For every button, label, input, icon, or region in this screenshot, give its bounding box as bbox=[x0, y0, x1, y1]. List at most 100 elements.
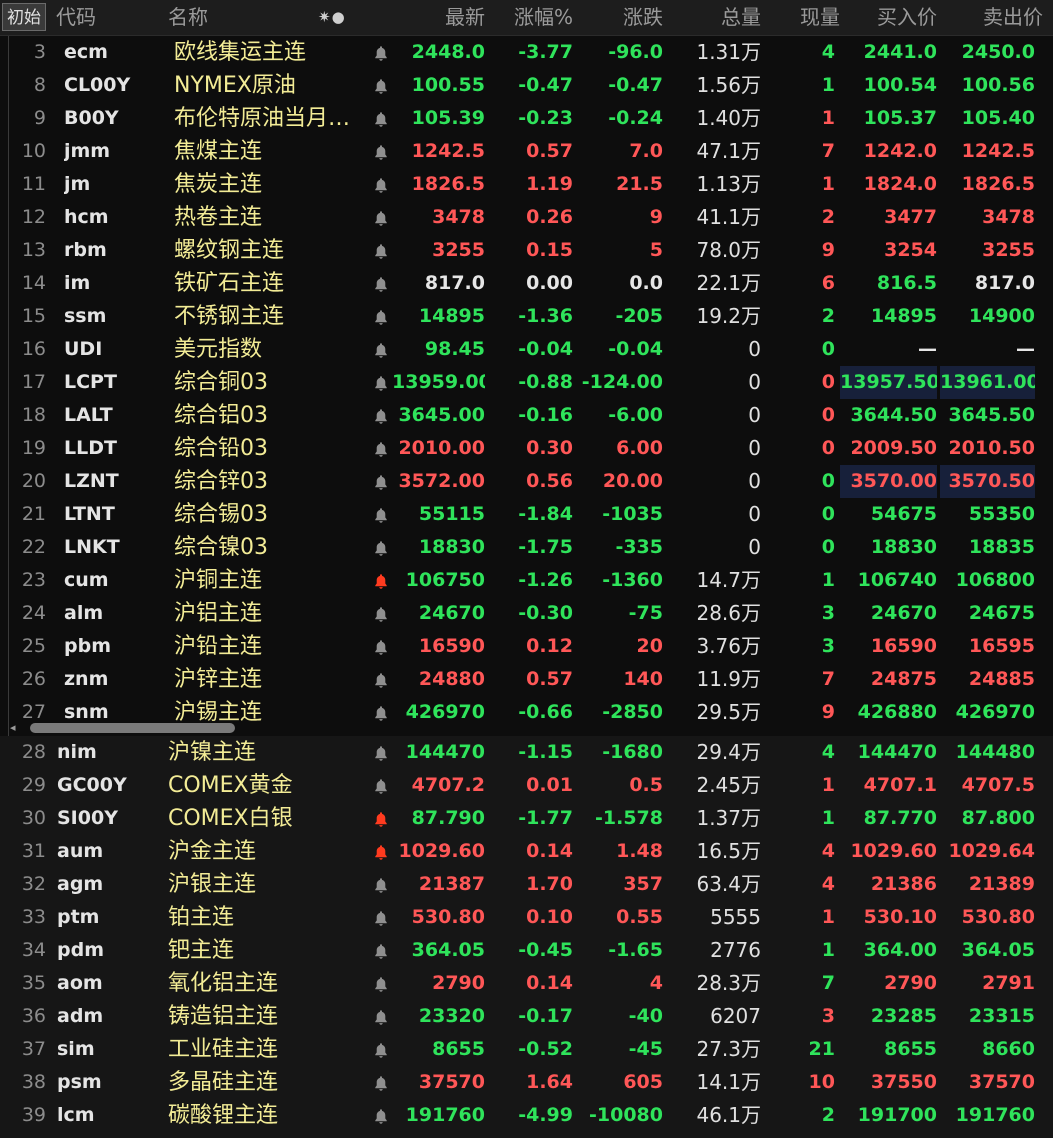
header-last-price[interactable]: 最新 bbox=[392, 0, 485, 35]
alert-bell-icon[interactable] bbox=[370, 1099, 392, 1132]
quote-row[interactable]: 20 LZNT 综合锌03 3572.00 0.56 20.00 0 0 3570.00 3570… bbox=[0, 465, 1053, 498]
alert-bell-icon[interactable] bbox=[370, 663, 392, 696]
row-index: 32 bbox=[21, 873, 46, 895]
quote-row[interactable]: 10 jmm 焦煤主连 1242.5 0.57 7.0 47.1万 7 1242.0 1242.5 bbox=[0, 135, 1053, 168]
alert-bell-icon[interactable] bbox=[370, 69, 392, 102]
alert-bell-icon[interactable] bbox=[370, 564, 392, 597]
favorite-toggle-icon[interactable]: ✷● bbox=[318, 0, 346, 35]
alert-bell-icon[interactable] bbox=[370, 168, 392, 201]
quote-row[interactable]: 14 im 铁矿石主连 817.0 0.00 0.0 22.1万 6 816.5 817.0 bbox=[0, 267, 1053, 300]
quote-row[interactable]: 30 SI00Y COMEX白银 87.790 -1.77 -1.578 1.37万 1 87.… bbox=[0, 802, 1053, 835]
alert-bell-icon[interactable] bbox=[370, 835, 392, 868]
total-volume: 0 bbox=[748, 403, 761, 427]
header-code[interactable]: 代码 bbox=[56, 0, 96, 35]
quote-row[interactable]: 31 aum 沪金主连 1029.60 0.14 1.48 16.5万 4 1029.60 102… bbox=[0, 835, 1053, 868]
alert-bell-icon[interactable] bbox=[370, 868, 392, 901]
header-change[interactable]: 涨跌 bbox=[575, 0, 663, 35]
total-volume: 1.56万 bbox=[696, 73, 761, 97]
bid-price: 21386 bbox=[870, 873, 937, 895]
contract-name: COMEX黄金 bbox=[168, 773, 293, 798]
alert-bell-icon[interactable] bbox=[370, 531, 392, 564]
quote-row[interactable]: 32 agm 沪银主连 21387 1.70 357 63.4万 4 21386 21389 bbox=[0, 868, 1053, 901]
total-volume: 27.3万 bbox=[696, 1037, 761, 1061]
alert-bell-icon[interactable] bbox=[370, 201, 392, 234]
alert-bell-icon[interactable] bbox=[370, 399, 392, 432]
alert-bell-icon[interactable] bbox=[370, 36, 392, 69]
alert-bell-icon[interactable] bbox=[370, 1033, 392, 1066]
alert-bell-icon[interactable] bbox=[370, 630, 392, 663]
quote-row[interactable]: 3 ecm 欧线集运主连 2448.0 -3.77 -96.0 1.31万 4 2441.0 24… bbox=[0, 36, 1053, 69]
alert-bell-icon[interactable] bbox=[370, 366, 392, 399]
change-amount: 357 bbox=[623, 873, 663, 895]
quote-row[interactable]: 37 sim 工业硅主连 8655 -0.52 -45 27.3万 21 8655 8660 bbox=[0, 1033, 1053, 1066]
ask-price: 4707.5 bbox=[961, 774, 1035, 796]
total-volume: 2.45万 bbox=[696, 773, 761, 797]
contract-code: B00Y bbox=[64, 107, 119, 129]
header-current-volume[interactable]: 现量 bbox=[770, 0, 840, 35]
alert-bell-icon[interactable] bbox=[370, 300, 392, 333]
alert-bell-icon[interactable] bbox=[370, 465, 392, 498]
quote-row[interactable]: 39 lcm 碳酸锂主连 191760 -4.99 -10080 46.1万 2 191700 1… bbox=[0, 1099, 1053, 1132]
alert-bell-icon[interactable] bbox=[370, 967, 392, 1000]
alert-bell-icon[interactable] bbox=[370, 1066, 392, 1099]
scroll-left-icon[interactable]: ◂ bbox=[10, 722, 22, 734]
quote-row[interactable]: 22 LNKT 综合镍03 18830 -1.75 -335 0 0 18830 18835 bbox=[0, 531, 1053, 564]
quote-row[interactable]: 9 B00Y 布伦特原油当月连续 105.39 -0.23 -0.24 1.40万 1 105.… bbox=[0, 102, 1053, 135]
alert-bell-icon[interactable] bbox=[370, 802, 392, 835]
header-bid-price[interactable]: 买入价 bbox=[840, 0, 937, 35]
reset-sort-button[interactable]: 初始 bbox=[2, 3, 46, 31]
quote-row[interactable]: 28 nim 沪镍主连 144470 -1.15 -1680 29.4万 4 144470 144… bbox=[0, 736, 1053, 769]
horizontal-scrollbar[interactable]: ◂ bbox=[10, 722, 1038, 734]
header-ask-price[interactable]: 卖出价 bbox=[940, 0, 1043, 35]
alert-bell-icon[interactable] bbox=[370, 102, 392, 135]
header-total-volume[interactable]: 总量 bbox=[665, 0, 761, 35]
change-percent: 0.01 bbox=[526, 774, 573, 796]
quote-row[interactable]: 12 hcm 热卷主连 3478 0.26 9 41.1万 2 3477 3478 bbox=[0, 201, 1053, 234]
ask-price: 105.40 bbox=[961, 107, 1035, 129]
quote-row[interactable]: 29 GC00Y COMEX黄金 4707.2 0.01 0.5 2.45万 1 4707.1 4… bbox=[0, 769, 1053, 802]
alert-bell-icon[interactable] bbox=[370, 769, 392, 802]
quote-row[interactable]: 18 LALT 综合铝03 3645.00 -0.16 -6.00 0 0 3644.50 364… bbox=[0, 399, 1053, 432]
alert-bell-icon[interactable] bbox=[370, 135, 392, 168]
quote-row[interactable]: 38 psm 多晶硅主连 37570 1.64 605 14.1万 10 37550 37570 bbox=[0, 1066, 1053, 1099]
alert-bell-icon[interactable] bbox=[370, 234, 392, 267]
ask-price: 18835 bbox=[968, 536, 1035, 558]
quote-row[interactable]: 25 pbm 沪铅主连 16590 0.12 20 3.76万 3 16590 16595 bbox=[0, 630, 1053, 663]
quote-row[interactable]: 36 adm 铸造铝主连 23320 -0.17 -40 6207 3 23285 23315 bbox=[0, 1000, 1053, 1033]
contract-name: 铂主连 bbox=[168, 905, 235, 930]
row-index: 18 bbox=[21, 404, 46, 426]
quote-row[interactable]: 15 ssm 不锈钢主连 14895 -1.36 -205 19.2万 2 14895 14900 bbox=[0, 300, 1053, 333]
bid-price: 191700 bbox=[857, 1104, 937, 1126]
quote-row[interactable]: 16 UDI 美元指数 98.45 -0.04 -0.04 0 0 — — bbox=[0, 333, 1053, 366]
header-change-percent[interactable]: 涨幅% bbox=[490, 0, 573, 35]
quote-row[interactable]: 34 pdm 钯主连 364.05 -0.45 -1.65 2776 1 364.00 364.0… bbox=[0, 934, 1053, 967]
alert-bell-icon[interactable] bbox=[370, 736, 392, 769]
current-volume: 7 bbox=[821, 140, 835, 162]
header-name[interactable]: 名称 bbox=[168, 0, 208, 35]
scrollbar-thumb[interactable] bbox=[30, 723, 235, 733]
change-percent: 0.56 bbox=[526, 470, 573, 492]
quote-row[interactable]: 33 ptm 铂主连 530.80 0.10 0.55 5555 1 530.10 530.80 bbox=[0, 901, 1053, 934]
quote-row[interactable]: 21 LTNT 综合锡03 55115 -1.84 -1035 0 0 54675 55350 bbox=[0, 498, 1053, 531]
quote-row[interactable]: 24 alm 沪铝主连 24670 -0.30 -75 28.6万 3 24670 24675 bbox=[0, 597, 1053, 630]
alert-bell-icon[interactable] bbox=[370, 901, 392, 934]
alert-bell-icon[interactable] bbox=[370, 333, 392, 366]
quote-row[interactable]: 19 LLDT 综合铅03 2010.00 0.30 6.00 0 0 2009.50 2010.… bbox=[0, 432, 1053, 465]
contract-code: im bbox=[64, 272, 91, 294]
quote-row[interactable]: 13 rbm 螺纹钢主连 3255 0.15 5 78.0万 9 3254 3255 bbox=[0, 234, 1053, 267]
contract-code: GC00Y bbox=[57, 774, 127, 796]
alert-bell-icon[interactable] bbox=[370, 267, 392, 300]
quote-row[interactable]: 11 jm 焦炭主连 1826.5 1.19 21.5 1.13万 1 1824.0 1826.5 bbox=[0, 168, 1053, 201]
alert-bell-icon[interactable] bbox=[370, 597, 392, 630]
quote-row[interactable]: 26 znm 沪锌主连 24880 0.57 140 11.9万 7 24875 24885 bbox=[0, 663, 1053, 696]
quote-row[interactable]: 23 cum 沪铜主连 106750 -1.26 -1360 14.7万 1 106740 106… bbox=[0, 564, 1053, 597]
row-index: 10 bbox=[21, 140, 46, 162]
alert-bell-icon[interactable] bbox=[370, 432, 392, 465]
quote-row[interactable]: 17 LCPT 综合铜03 13959.00 -0.88 -124.00 0 0 13957.5… bbox=[0, 366, 1053, 399]
quote-row[interactable]: 8 CL00Y NYMEX原油 100.55 -0.47 -0.47 1.56万 1 100.5… bbox=[0, 69, 1053, 102]
alert-bell-icon[interactable] bbox=[370, 934, 392, 967]
bid-price: 3477 bbox=[884, 206, 937, 228]
alert-bell-icon[interactable] bbox=[370, 498, 392, 531]
quote-row[interactable]: 35 aom 氧化铝主连 2790 0.14 4 28.3万 7 2790 2791 bbox=[0, 967, 1053, 1000]
alert-bell-icon[interactable] bbox=[370, 1000, 392, 1033]
